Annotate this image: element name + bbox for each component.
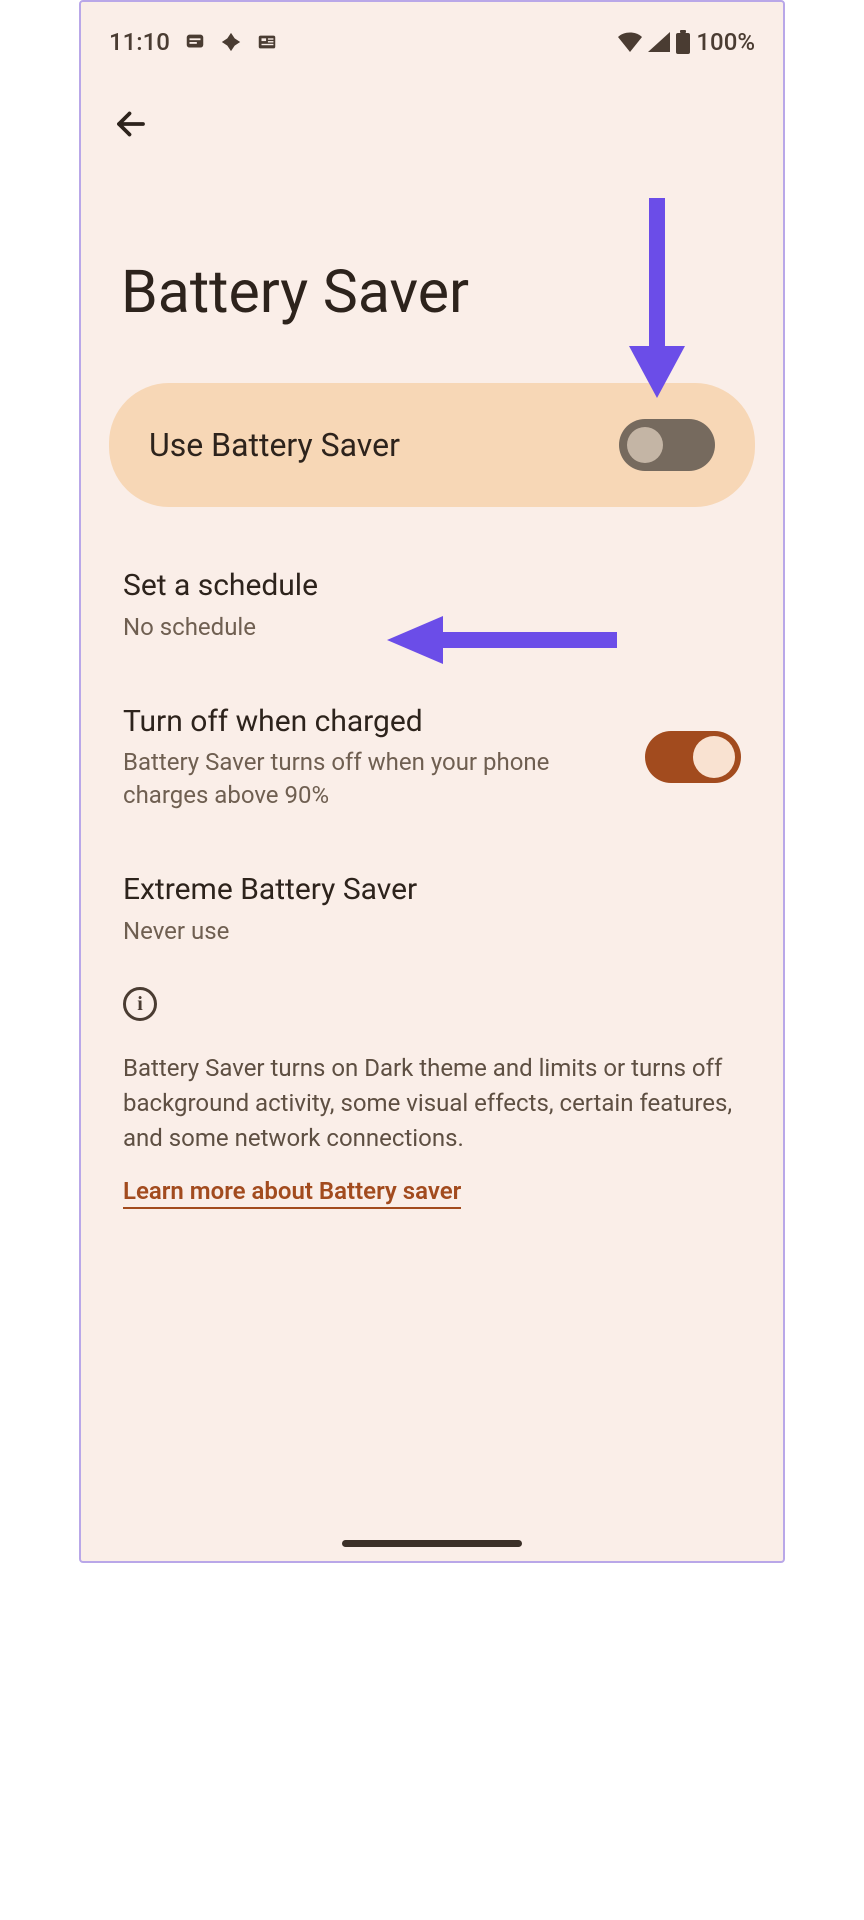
set-schedule-title: Set a schedule <box>123 567 717 605</box>
turn-off-title: Turn off when charged <box>123 703 621 741</box>
extreme-title: Extreme Battery Saver <box>123 871 717 909</box>
page-title: Battery Saver <box>81 62 783 327</box>
wifi-icon <box>618 32 642 52</box>
photos-icon <box>220 31 242 53</box>
use-battery-saver-row[interactable]: Use Battery Saver <box>109 383 755 507</box>
extreme-battery-saver-row[interactable]: Extreme Battery Saver Never use <box>109 841 755 977</box>
cellular-icon <box>648 32 670 52</box>
status-right: 100% <box>618 28 755 56</box>
use-battery-saver-label: Use Battery Saver <box>149 426 400 464</box>
back-button[interactable] <box>109 102 153 146</box>
info-text: Battery Saver turns on Dark theme and li… <box>123 1051 741 1155</box>
set-schedule-row[interactable]: Set a schedule No schedule <box>109 537 755 673</box>
turn-off-sub: Battery Saver turns off when your phone … <box>123 746 621 811</box>
device-frame: 11:10 100% <box>79 0 785 1563</box>
status-bar: 11:10 100% <box>81 2 783 62</box>
battery-percent: 100% <box>696 28 755 56</box>
status-left: 11:10 <box>109 28 278 56</box>
turn-off-when-charged-toggle[interactable] <box>645 731 741 783</box>
nav-handle[interactable] <box>342 1540 522 1547</box>
status-time: 11:10 <box>109 28 170 56</box>
turn-off-when-charged-row[interactable]: Turn off when charged Battery Saver turn… <box>109 673 755 841</box>
battery-icon <box>676 30 690 54</box>
arrow-left-icon <box>113 106 149 142</box>
messages-icon <box>184 31 206 53</box>
set-schedule-sub: No schedule <box>123 611 717 643</box>
info-block: i Battery Saver turns on Dark theme and … <box>109 977 755 1209</box>
info-icon: i <box>123 987 157 1021</box>
use-battery-saver-toggle[interactable] <box>619 419 715 471</box>
extreme-sub: Never use <box>123 915 717 947</box>
settings-content: Use Battery Saver Set a schedule No sche… <box>81 327 783 1209</box>
learn-more-link[interactable]: Learn more about Battery saver <box>123 1177 461 1209</box>
news-icon <box>256 31 278 53</box>
